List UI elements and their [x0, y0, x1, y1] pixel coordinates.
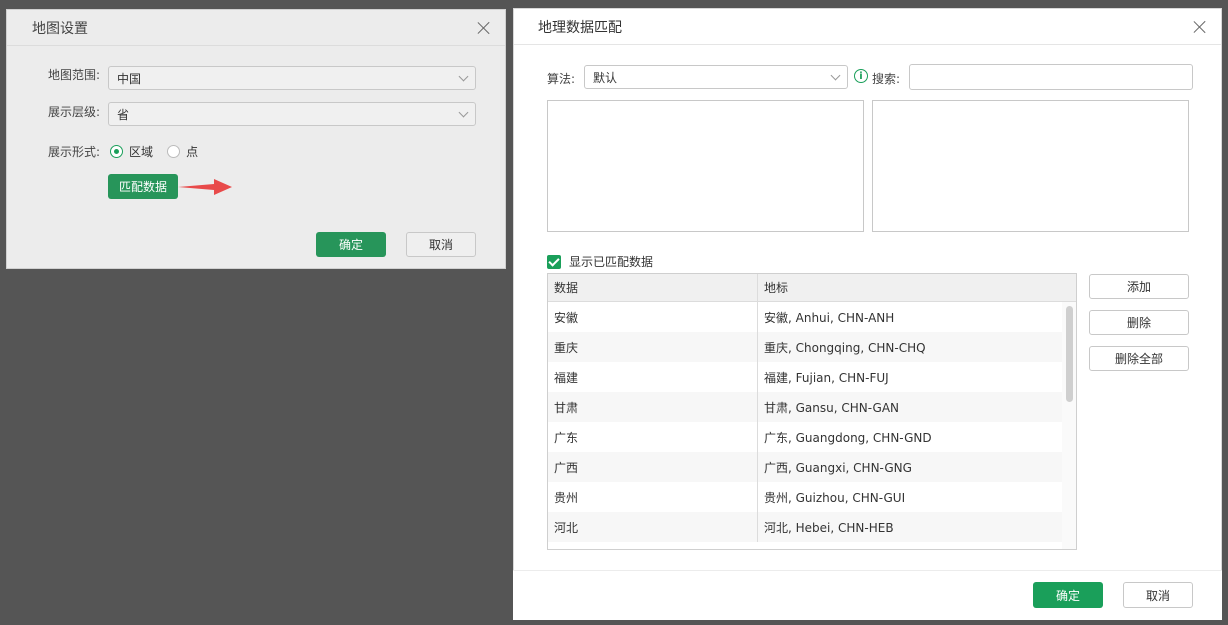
landmark-list-box[interactable] [872, 100, 1189, 232]
geo-match-header: 地理数据匹配 [514, 9, 1221, 45]
show-matched-row: 显示已匹配数据 [547, 253, 653, 270]
close-icon[interactable] [1193, 20, 1207, 34]
add-button[interactable]: 添加 [1089, 274, 1189, 299]
delete-button[interactable]: 删除 [1089, 310, 1189, 335]
chevron-down-icon [458, 71, 469, 82]
data-list-box[interactable] [547, 100, 864, 232]
cell-data: 安徽 [548, 302, 758, 332]
table-row[interactable]: 安徽 安徽, Anhui, CHN-ANH [548, 302, 1076, 332]
table-header: 数据 地标 [548, 274, 1076, 302]
cell-landmark: 广西, Guangxi, CHN-GNG [764, 460, 912, 475]
radio-point-label: 点 [186, 145, 199, 159]
radio-point[interactable] [167, 145, 181, 158]
show-matched-checkbox[interactable] [547, 254, 561, 269]
chevron-down-icon [830, 70, 841, 81]
geo-match-title: 地理数据匹配 [538, 19, 622, 36]
map-scope-select[interactable]: 中国 [108, 66, 476, 90]
cell-landmark: 重庆, Chongqing, CHN-CHQ [764, 340, 926, 355]
map-scope-value: 中国 [117, 71, 142, 86]
cell-data: 重庆 [548, 332, 758, 362]
radio-region[interactable] [110, 145, 124, 158]
map-scope-row: 地图范围: [48, 66, 108, 83]
column-header-data[interactable]: 数据 [548, 274, 758, 301]
cell-data: 贵州 [548, 482, 758, 512]
display-level-select[interactable]: 省 [108, 102, 476, 126]
map-settings-cancel-button[interactable]: 取消 [406, 232, 476, 257]
table-row[interactable]: 广西 广西, Guangxi, CHN-GNG [548, 452, 1076, 482]
match-data-button[interactable]: 匹配数据 [108, 174, 178, 199]
table-row[interactable]: 重庆 重庆, Chongqing, CHN-CHQ [548, 332, 1076, 362]
matched-data-table: 数据 地标 安徽 安徽, Anhui, CHN-ANH 重庆 重庆, Chongqin… [547, 273, 1077, 550]
table-row[interactable]: 甘肃 甘肃, Gansu, CHN-GAN [548, 392, 1076, 422]
cell-landmark: 福建, Fujian, CHN-FUJ [764, 370, 889, 385]
arrow-shape [178, 179, 232, 195]
map-settings-title: 地图设置 [32, 20, 88, 37]
table-row[interactable]: 河北 河北, Hebei, CHN-HEB [548, 512, 1076, 542]
algorithm-select[interactable]: 默认 [584, 65, 848, 89]
show-matched-label: 显示已匹配数据 [569, 255, 654, 269]
table-body: 安徽 安徽, Anhui, CHN-ANH 重庆 重庆, Chongqing, CHN… [548, 302, 1076, 542]
table-row[interactable]: 福建 福建, Fujian, CHN-FUJ [548, 362, 1076, 392]
algorithm-value: 默认 [593, 70, 618, 85]
chevron-down-icon [458, 107, 469, 118]
table-row[interactable]: 广东 广东, Guangdong, CHN-GND [548, 422, 1076, 452]
geo-match-ok-button[interactable]: 确定 [1033, 582, 1103, 608]
geo-match-cancel-button[interactable]: 取消 [1123, 582, 1193, 608]
map-settings-dialog: 地图设置 [6, 9, 506, 269]
map-settings-header: 地图设置 [7, 10, 505, 46]
table-row[interactable]: 贵州 贵州, Guizhou, CHN-GUI [548, 482, 1076, 512]
close-icon[interactable] [477, 21, 491, 35]
map-settings-ok-button[interactable]: 确定 [316, 232, 386, 257]
search-label: 搜索: [872, 72, 901, 86]
cell-landmark: 广东, Guangdong, CHN-GND [764, 430, 932, 445]
cell-data: 河北 [548, 512, 758, 542]
red-arrow-annotation [178, 179, 232, 195]
scrollbar-thumb[interactable] [1066, 306, 1073, 402]
table-scrollbar[interactable] [1062, 302, 1076, 549]
display-level-label: 展示层级: [48, 105, 101, 119]
algorithm-label: 算法: [547, 72, 576, 86]
cell-landmark: 贵州, Guizhou, CHN-GUI [764, 490, 906, 505]
cell-landmark: 甘肃, Gansu, CHN-GAN [764, 400, 900, 415]
cell-landmark: 安徽, Anhui, CHN-ANH [764, 310, 895, 325]
delete-all-button[interactable]: 删除全部 [1089, 346, 1189, 371]
geo-match-footer [513, 570, 1222, 620]
cell-data: 甘肃 [548, 392, 758, 422]
column-header-landmark[interactable]: 地标 [758, 274, 1062, 301]
search-input[interactable] [909, 64, 1193, 90]
info-icon[interactable]: i [854, 69, 868, 83]
cell-data: 广东 [548, 422, 758, 452]
display-form-label: 展示形式: [48, 145, 101, 159]
cell-data: 广西 [548, 452, 758, 482]
cell-data: 福建 [548, 362, 758, 392]
radio-region-label: 区域 [129, 145, 154, 159]
map-scope-label: 地图范围: [48, 68, 101, 82]
display-level-value: 省 [117, 107, 130, 122]
cell-landmark: 河北, Hebei, CHN-HEB [764, 520, 894, 535]
display-level-row: 展示层级: [48, 103, 100, 120]
display-form-row: 展示形式: 区域 点 [48, 143, 198, 160]
